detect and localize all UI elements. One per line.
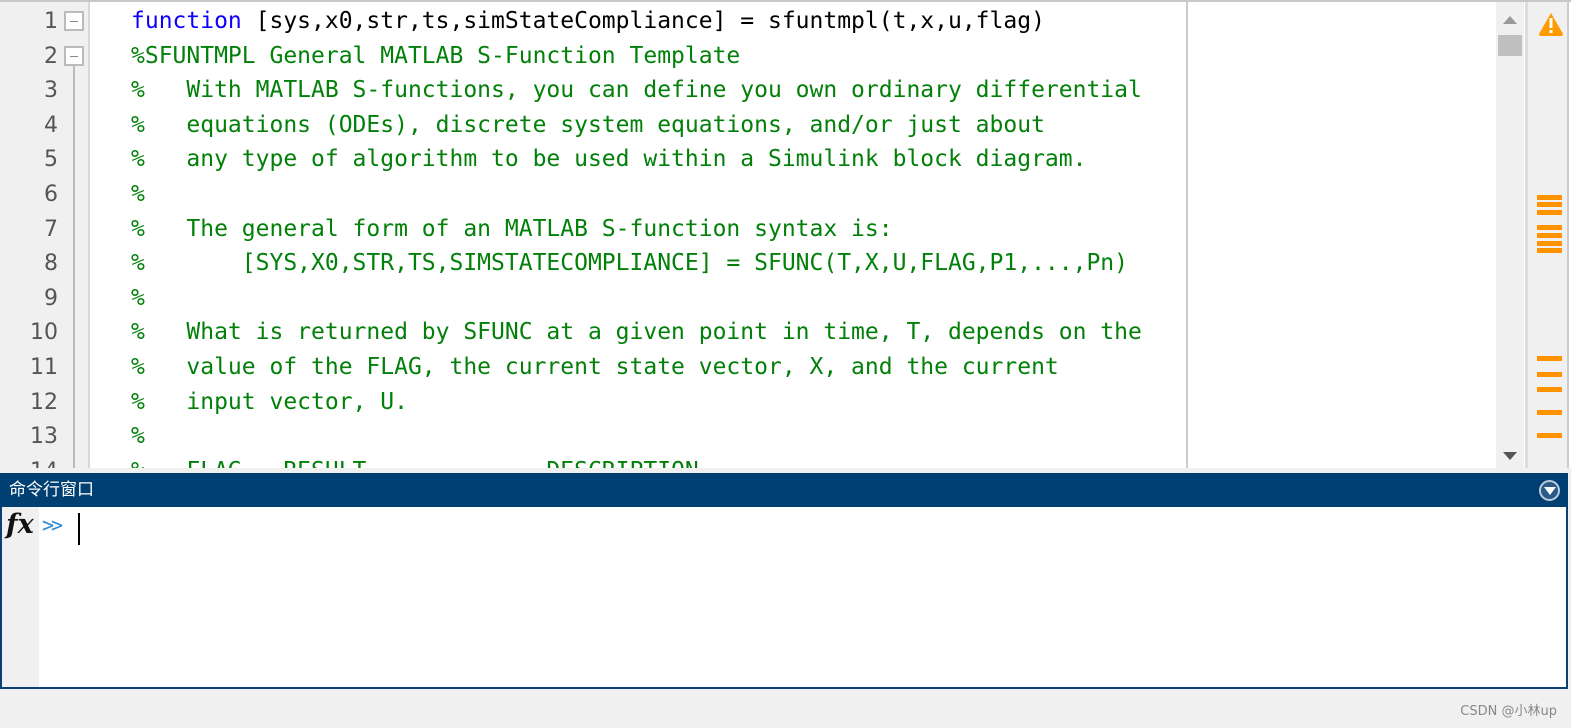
line-number: 14: [0, 454, 58, 468]
scrollbar-thumb[interactable]: [1498, 35, 1522, 56]
scroll-up-arrow-icon[interactable]: [1503, 16, 1517, 24]
line-number: 6: [44, 182, 58, 207]
function-browser-strip: fx: [2, 507, 39, 687]
code-line[interactable]: % [SYS,X0,STR,TS,SIMSTATECOMPLIANCE] = S…: [131, 246, 1128, 281]
line-number: 1: [44, 9, 58, 34]
warning-marker[interactable]: [1537, 433, 1562, 438]
warning-marker[interactable]: [1537, 225, 1562, 230]
fold-guide-line: [73, 65, 75, 468]
warning-marker[interactable]: [1537, 372, 1562, 377]
fold-toggle-icon[interactable]: [64, 45, 84, 66]
warning-marker[interactable]: [1537, 195, 1562, 200]
warning-marker[interactable]: [1537, 210, 1562, 215]
code-line[interactable]: % What is returned by SFUNC at a given p…: [131, 315, 1142, 350]
right-text-limit-line: [1186, 2, 1188, 468]
line-number: 5: [44, 147, 58, 173]
code-line[interactable]: % The general form of an MATLAB S-functi…: [131, 212, 893, 247]
line-number: 9: [44, 285, 58, 311]
warning-marker[interactable]: [1537, 356, 1562, 361]
line-number: 7: [44, 216, 58, 242]
code-line[interactable]: % FLAG RESULT DESCRIPTION: [131, 454, 699, 468]
code-line[interactable]: % input vector, U.: [131, 385, 408, 420]
code-line[interactable]: %: [131, 281, 145, 316]
editor-vertical-scrollbar[interactable]: [1496, 2, 1524, 468]
warning-triangle-icon[interactable]: [1538, 12, 1564, 36]
code-line[interactable]: %SFUNTMPL General MATLAB S-Function Temp…: [131, 39, 740, 74]
line-number: 11: [30, 355, 58, 380]
code-line[interactable]: % equations (ODEs), discrete system equa…: [131, 108, 1045, 143]
line-number: 10: [30, 320, 58, 346]
code-line[interactable]: % value of the FLAG, the current state v…: [131, 350, 1059, 385]
text-cursor: [78, 513, 80, 545]
line-number: 12: [30, 389, 58, 415]
code-line[interactable]: %: [131, 419, 145, 454]
warning-marker[interactable]: [1537, 241, 1562, 246]
keyword: function: [131, 8, 242, 34]
code-editor[interactable]: 1234567891011121314 function [sys,x0,str…: [0, 0, 1571, 468]
warning-marker[interactable]: [1537, 248, 1562, 253]
scroll-down-arrow-icon[interactable]: [1503, 452, 1517, 460]
fx-function-browser-icon[interactable]: fx: [6, 509, 34, 540]
warning-marker[interactable]: [1537, 410, 1562, 415]
code-analyzer-marker-bar[interactable]: [1525, 2, 1569, 468]
line-number: 13: [30, 424, 58, 450]
fold-toggle-icon[interactable]: [64, 11, 84, 31]
warning-marker[interactable]: [1537, 387, 1562, 392]
code-line[interactable]: % any type of algorithm to be used withi…: [131, 142, 1086, 177]
line-number: 8: [44, 251, 58, 277]
command-window[interactable]: fx >>: [0, 507, 1568, 689]
line-number-gutter: 1234567891011121314: [0, 2, 90, 468]
warning-marker[interactable]: [1537, 202, 1562, 207]
command-window-title: 命令行窗口: [9, 480, 94, 500]
line-number: 4: [44, 112, 58, 138]
code-text: [sys,x0,str,ts,simStateCompliance] = sfu…: [241, 8, 1045, 34]
command-window-menu-icon[interactable]: [1539, 480, 1560, 501]
code-line[interactable]: %: [131, 177, 145, 212]
line-number: 2: [44, 43, 58, 69]
command-prompt: >>: [42, 513, 63, 537]
code-line[interactable]: % With MATLAB S-functions, you can defin…: [131, 73, 1142, 108]
watermark: CSDN @小林up: [1460, 704, 1557, 719]
line-number: 3: [44, 78, 58, 104]
warning-marker[interactable]: [1537, 233, 1562, 238]
command-window-header: 命令行窗口: [0, 473, 1568, 507]
code-line[interactable]: function [sys,x0,str,ts,simStateComplian…: [131, 4, 1045, 39]
